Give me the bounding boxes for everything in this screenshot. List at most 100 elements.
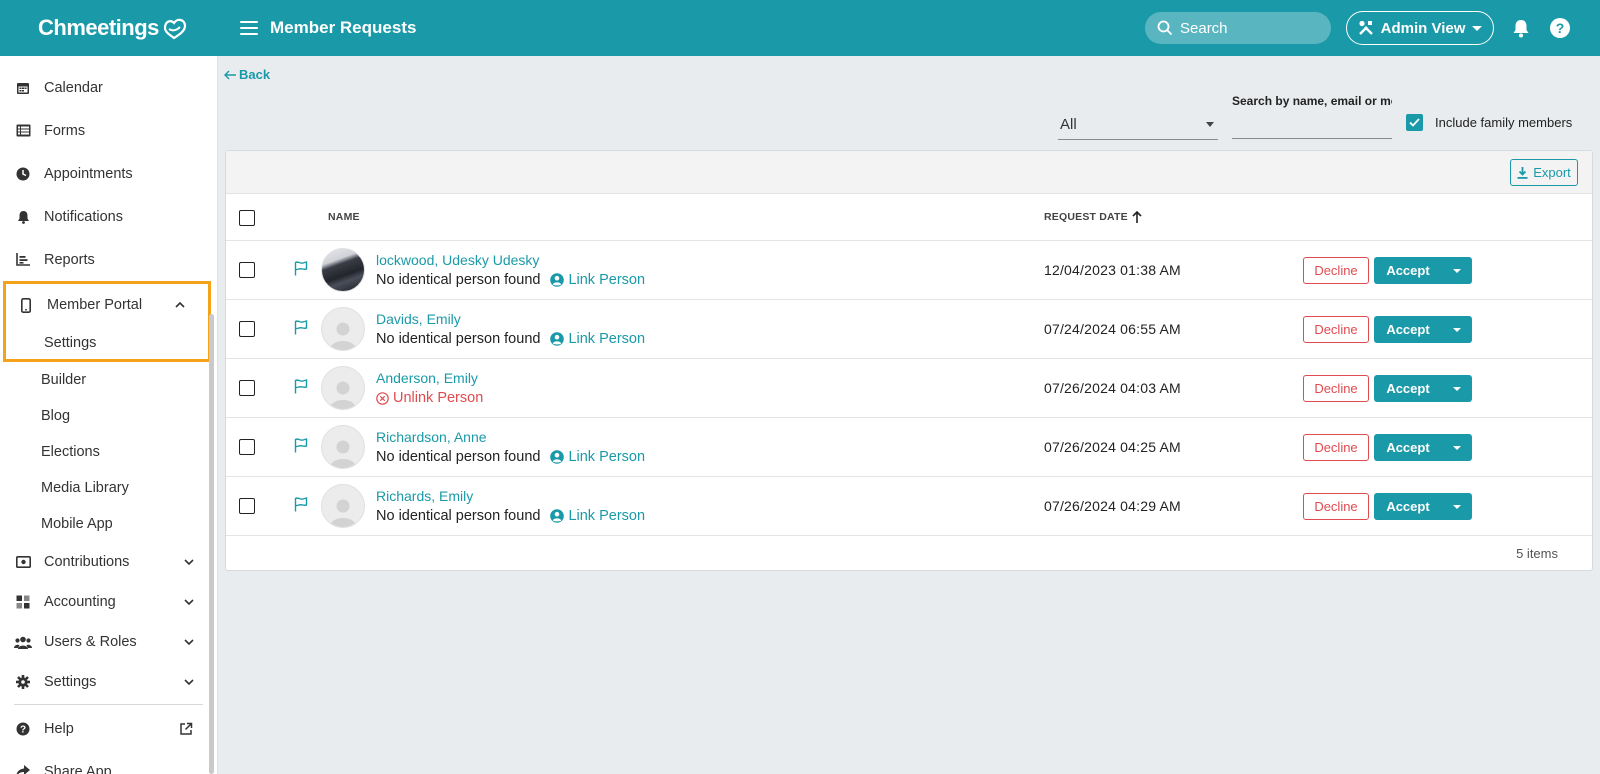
table-row[interactable]: Davids, Emily No identical person found … <box>226 300 1592 359</box>
sidebar-subitem-elections[interactable]: Elections <box>0 434 217 470</box>
accept-options-dropdown[interactable] <box>1442 327 1472 332</box>
sidebar-item-label: Share App <box>44 763 112 774</box>
help-icon[interactable]: ? <box>1550 18 1570 38</box>
grid-icon <box>14 593 32 611</box>
sidebar-subitem-media-library[interactable]: Media Library <box>0 470 217 506</box>
menu-toggle-icon[interactable] <box>240 21 258 35</box>
person-placeholder-icon <box>330 440 356 468</box>
admin-view-dropdown[interactable]: Admin View <box>1346 11 1494 45</box>
member-search-input[interactable] <box>1232 114 1392 139</box>
request-date: 07/24/2024 06:55 AM <box>1044 321 1181 337</box>
include-family-checkbox[interactable] <box>1406 114 1423 131</box>
decline-button[interactable]: Decline <box>1303 316 1369 343</box>
sidebar-item-reports[interactable]: Reports <box>0 238 217 281</box>
chevron-up-icon <box>174 299 186 315</box>
accept-options-dropdown[interactable] <box>1442 386 1472 391</box>
row-checkbox[interactable] <box>239 498 255 514</box>
accept-options-dropdown[interactable] <box>1442 268 1472 273</box>
decline-button[interactable]: Decline <box>1303 257 1369 284</box>
flag-icon[interactable] <box>294 497 308 515</box>
table-row[interactable]: lockwood, Udesky Udesky No identical per… <box>226 241 1592 300</box>
match-status: No identical person found Link Person <box>376 508 645 524</box>
row-checkbox[interactable] <box>239 321 255 337</box>
person-name-link[interactable]: Richards, Emily <box>376 488 473 504</box>
sidebar-item-member-portal[interactable]: Member Portal <box>6 284 208 326</box>
sidebar-subitem-settings[interactable]: Settings <box>6 326 208 359</box>
accept-options-dropdown[interactable] <box>1442 445 1472 450</box>
person-name-link[interactable]: lockwood, Udesky Udesky <box>376 252 539 268</box>
chevron-down-icon <box>183 556 195 572</box>
accept-button[interactable]: Accept <box>1374 493 1472 520</box>
caret-down-icon <box>1206 122 1214 127</box>
question-icon: ? <box>14 720 32 738</box>
accept-button[interactable]: Accept <box>1374 434 1472 461</box>
column-header-request-date[interactable]: REQUEST DATE <box>1044 211 1142 223</box>
table-row[interactable]: Richards, Emily No identical person foun… <box>226 477 1592 536</box>
sidebar-subitem-mobile-app[interactable]: Mobile App <box>0 506 217 542</box>
sidebar-item-label: Notifications <box>44 208 123 225</box>
sidebar-item-help[interactable]: ? Help <box>0 707 217 750</box>
sidebar-item-appointments[interactable]: Appointments <box>0 152 217 195</box>
calendar-icon <box>14 79 32 97</box>
sidebar-item-forms[interactable]: Forms <box>0 109 217 152</box>
accept-options-dropdown[interactable] <box>1442 504 1472 509</box>
accept-button[interactable]: Accept <box>1374 375 1472 402</box>
sidebar-subitem-builder[interactable]: Builder <box>0 362 217 398</box>
decline-button[interactable]: Decline <box>1303 434 1369 461</box>
request-date: 12/04/2023 01:38 AM <box>1044 262 1181 278</box>
sidebar-item-accounting[interactable]: Accounting <box>0 582 217 622</box>
export-button[interactable]: Export <box>1510 159 1578 186</box>
column-header-name[interactable]: NAME <box>328 211 360 223</box>
global-search-input[interactable]: Search <box>1145 12 1331 44</box>
table-body: lockwood, Udesky Udesky No identical per… <box>226 241 1592 536</box>
status-filter-select[interactable]: All <box>1058 110 1218 140</box>
notifications-bell-icon[interactable] <box>1512 18 1530 38</box>
accept-button[interactable]: Accept <box>1374 257 1472 284</box>
flag-icon[interactable] <box>294 320 308 338</box>
chart-icon <box>14 251 32 269</box>
avatar-photo <box>321 248 365 292</box>
select-all-checkbox[interactable] <box>239 210 255 226</box>
decline-button[interactable]: Decline <box>1303 493 1369 520</box>
accept-button[interactable]: Accept <box>1374 316 1472 343</box>
caret-down-icon <box>1453 268 1461 273</box>
link-person-link[interactable]: Link Person <box>550 508 645 524</box>
person-name-link[interactable]: Richardson, Anne <box>376 429 487 445</box>
circle-x-icon <box>376 391 389 405</box>
match-status: Unlink Person <box>376 390 483 406</box>
flag-icon[interactable] <box>294 438 308 456</box>
link-person-link[interactable]: Link Person <box>550 331 645 347</box>
sidebar-item-settings[interactable]: Settings <box>0 662 217 702</box>
sidebar-scrollbar[interactable] <box>209 314 214 774</box>
flag-icon[interactable] <box>294 261 308 279</box>
link-person-link[interactable]: Link Person <box>550 272 645 288</box>
user-circle-icon <box>550 509 565 523</box>
user-circle-icon <box>550 332 565 346</box>
flag-icon[interactable] <box>294 379 308 397</box>
svg-text:?: ? <box>20 724 26 735</box>
sidebar-item-calendar[interactable]: Calendar <box>0 66 217 109</box>
sidebar-item-label: Help <box>44 720 74 737</box>
table-row[interactable]: Anderson, Emily Unlink Person 07/26/2024… <box>226 359 1592 418</box>
sidebar-item-contributions[interactable]: Contributions <box>0 542 217 582</box>
sidebar-item-notifications[interactable]: Notifications <box>0 195 217 238</box>
include-family-label: Include family members <box>1435 115 1573 130</box>
match-status: No identical person found Link Person <box>376 331 645 347</box>
sidebar-item-users-roles[interactable]: Users & Roles <box>0 622 217 662</box>
person-name-link[interactable]: Anderson, Emily <box>376 370 478 386</box>
row-checkbox[interactable] <box>239 262 255 278</box>
row-checkbox[interactable] <box>239 439 255 455</box>
link-person-link[interactable]: Link Person <box>550 449 645 465</box>
back-link[interactable]: Back <box>224 67 270 82</box>
tools-icon <box>1358 20 1373 35</box>
row-checkbox[interactable] <box>239 380 255 396</box>
table-row[interactable]: Richardson, Anne No identical person fou… <box>226 418 1592 477</box>
decline-button[interactable]: Decline <box>1303 375 1369 402</box>
phone-icon <box>17 296 35 314</box>
unlink-person-link[interactable]: Unlink Person <box>376 390 483 406</box>
column-header-label: REQUEST DATE <box>1044 211 1128 223</box>
app-logo[interactable]: Chmeetings <box>0 15 218 41</box>
sidebar-subitem-blog[interactable]: Blog <box>0 398 217 434</box>
sidebar-item-share-app[interactable]: Share App <box>0 750 217 774</box>
person-name-link[interactable]: Davids, Emily <box>376 311 461 327</box>
